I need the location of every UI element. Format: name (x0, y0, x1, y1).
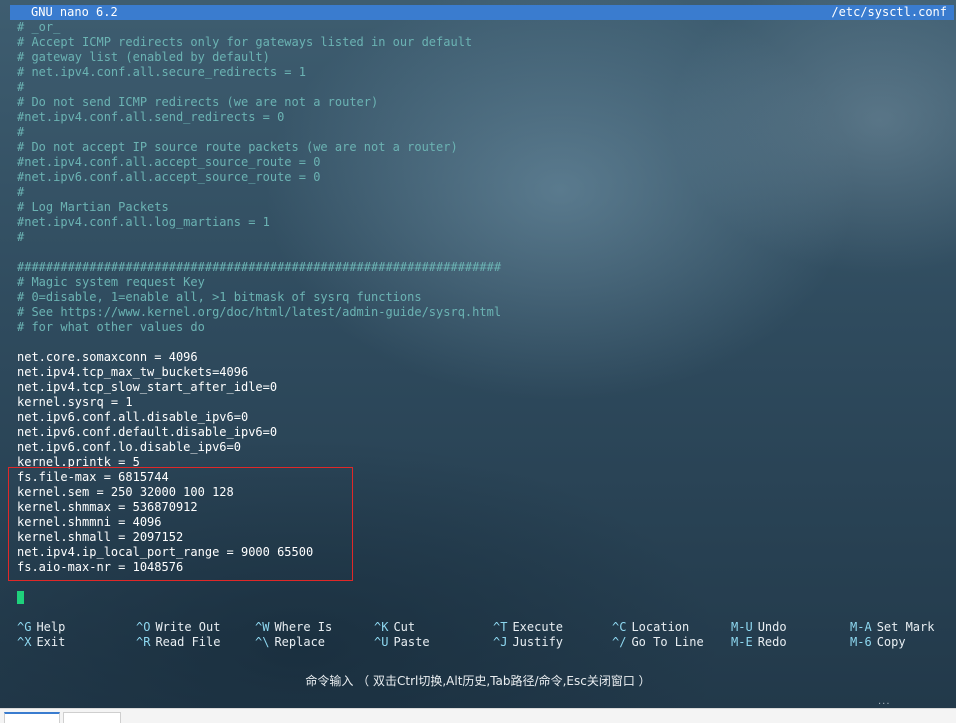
shortcut-key: ^U (374, 635, 389, 649)
comment-line: # Accept ICMP redirects only for gateway… (17, 35, 473, 49)
shortcut-label: Go To Line (631, 635, 704, 649)
shortcut-replace: ^\ Replace (255, 635, 325, 650)
config-line: net.ipv6.conf.default.disable_ipv6=0 (17, 425, 278, 439)
nano-title-bar: GNU nano 6.2 /etc/sysctl.conf (10, 5, 954, 20)
shortcut-execute: ^T Execute (493, 620, 563, 635)
shortcut-label: Undo (757, 620, 787, 634)
comment-line: ########################################… (17, 260, 502, 274)
shortcut-read-file: ^R Read File (136, 635, 220, 650)
command-input-hint: 命令输入 （ 双击Ctrl切换,Alt历史,Tab路径/命令,Esc关闭窗口 ） (305, 674, 651, 688)
comment-line: #net.ipv6.conf.all.accept_source_route =… (17, 170, 321, 184)
shortcut-justify: ^J Justify (493, 635, 563, 650)
shortcut-help: ^G Help (17, 620, 65, 635)
shortcut-label: Copy (876, 635, 906, 649)
comment-line: # Do not accept IP source route packets … (17, 140, 458, 154)
comment-line: # Do not send ICMP redirects (we are not… (17, 95, 379, 109)
comment-line: #net.ipv4.conf.all.log_martians = 1 (17, 215, 270, 229)
text-cursor (17, 591, 24, 604)
shortcut-key: ^J (493, 635, 508, 649)
shortcut-label: Paste (393, 635, 430, 649)
comment-line: # gateway list (enabled by default) (17, 50, 270, 64)
comment-line: # (17, 230, 25, 244)
shortcut-label: Help (36, 620, 66, 634)
command-input-bar[interactable]: 命令输入 （ 双击Ctrl切换,Alt历史,Tab路径/命令,Esc关闭窗口 ） (0, 668, 956, 694)
comment-line: # net.ipv4.conf.all.secure_redirects = 1 (17, 65, 306, 79)
terminal-tab-1[interactable] (4, 712, 60, 723)
config-line: net.ipv4.tcp_slow_start_after_idle=0 (17, 380, 278, 394)
shortcut-set-mark: M-A Set Mark (850, 620, 934, 635)
shortcut-label: Location (631, 620, 690, 634)
shortcut-key: M-6 (850, 635, 872, 649)
comment-line: #net.ipv4.conf.all.send_redirects = 0 (17, 110, 285, 124)
shortcut-exit: ^X Exit (17, 635, 65, 650)
shortcut-label: Set Mark (876, 620, 935, 634)
shortcut-label: Justify (512, 635, 564, 649)
shortcut-key: ^X (17, 635, 32, 649)
shortcut-cut: ^K Cut (374, 620, 415, 635)
comment-line: # Magic system request Key (17, 275, 205, 289)
shortcut-where-is: ^W Where Is (255, 620, 332, 635)
shortcut-key: M-A (850, 620, 872, 634)
shortcut-key: ^W (255, 620, 270, 634)
config-line: net.ipv4.tcp_max_tw_buckets=4096 (17, 365, 249, 379)
shortcut-label: Execute (512, 620, 564, 634)
comment-line: # 0=disable, 1=enable all, >1 bitmask of… (17, 290, 422, 304)
shortcut-label: Write Out (155, 620, 221, 634)
shortcut-label: Read File (155, 635, 221, 649)
shortcut-undo: M-U Undo (731, 620, 787, 635)
shortcut-key: ^K (374, 620, 389, 634)
shortcut-key: ^T (493, 620, 508, 634)
shortcut-key: ^C (612, 620, 627, 634)
config-line: net.ipv6.conf.lo.disable_ipv6=0 (17, 440, 241, 454)
config-line: net.core.somaxconn = 4096 (17, 350, 198, 364)
comment-line: # (17, 185, 25, 199)
comment-line: # (17, 125, 25, 139)
shortcut-label: Exit (36, 635, 66, 649)
highlight-box (8, 467, 353, 581)
shortcut-key: ^G (17, 620, 32, 634)
shortcut-key: ^/ (612, 635, 627, 649)
terminal-tab-2[interactable] (63, 712, 121, 723)
comment-line: # for what other values do (17, 320, 205, 334)
shortcut-paste: ^U Paste (374, 635, 430, 650)
shortcut-help-bar: ^G Help ^O Write Out ^W Where Is ^K Cut ^T Execut… (17, 620, 956, 652)
comment-line: # See https://www.kernel.org/doc/html/la… (17, 305, 502, 319)
terminal-window[interactable]: GNU nano 6.2 /etc/sysctl.conf # _or_ # Ac… (0, 0, 956, 708)
shortcut-key: ^O (136, 620, 151, 634)
shortcut-label: Replace (274, 635, 326, 649)
shortcut-label: Cut (393, 620, 416, 634)
shortcut-copy: M-6 Copy (850, 635, 906, 650)
comment-line: # Log Martian Packets (17, 200, 169, 214)
shortcut-label: Where Is (274, 620, 333, 634)
shortcut-write-out: ^O Write Out (136, 620, 220, 635)
config-line: net.ipv6.conf.all.disable_ipv6=0 (17, 410, 249, 424)
bottom-tab-bar (0, 708, 956, 723)
shortcut-key: ^R (136, 635, 151, 649)
comment-line: # (17, 80, 25, 94)
shortcut-redo: M-E Redo (731, 635, 787, 650)
file-path: /etc/sysctl.conf (831, 5, 947, 19)
shortcut-label: Redo (757, 635, 787, 649)
comment-line: #net.ipv4.conf.all.accept_source_route =… (17, 155, 321, 169)
config-line: kernel.sysrq = 1 (17, 395, 133, 409)
app-version: GNU nano 6.2 (31, 5, 118, 19)
shortcut-location: ^C Location (612, 620, 689, 635)
comment-line: # _or_ (17, 20, 61, 34)
shortcut-key: M-E (731, 635, 753, 649)
shortcut-key: M-U (731, 620, 753, 634)
shortcut-key: ^\ (255, 635, 270, 649)
shortcut-go-to-line: ^/ Go To Line (612, 635, 704, 650)
